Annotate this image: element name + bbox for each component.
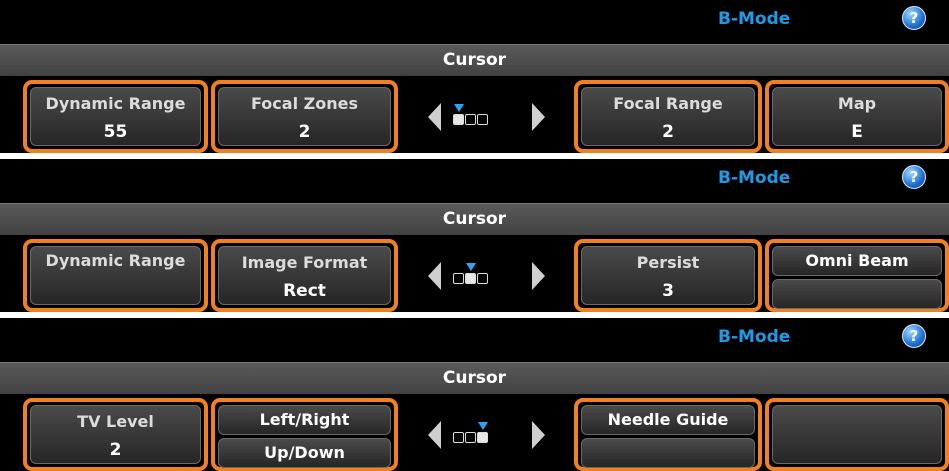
title-bar: B-Mode ? — [0, 318, 949, 359]
focal-range-value: 2 — [662, 122, 674, 142]
persist-button[interactable]: Persist 3 — [574, 239, 762, 312]
page-dot-3 — [477, 273, 488, 284]
page-dot-1 — [453, 114, 464, 125]
needle-guide-label: Needle Guide — [581, 405, 755, 435]
needle-guide-value-slot — [581, 438, 755, 468]
dynamic-range-label: Dynamic Range — [45, 94, 186, 113]
prev-page-arrow-icon[interactable] — [428, 103, 441, 131]
help-icon[interactable]: ? — [902, 6, 926, 30]
title-bar: B-Mode ? — [0, 0, 949, 41]
persist-label: Persist — [636, 253, 700, 272]
page-indicator — [453, 263, 501, 285]
dynamic-range-button[interactable]: Dynamic Range — [23, 239, 208, 312]
omni-beam-button[interactable]: Omni Beam — [765, 239, 949, 312]
map-value: E — [851, 122, 863, 142]
map-button[interactable]: Map E — [765, 80, 949, 153]
help-icon[interactable]: ? — [902, 165, 926, 189]
page-indicator — [453, 104, 501, 126]
control-panel-page-1: B-Mode ? Cursor Dynamic Range 55 Focal Z… — [0, 0, 949, 153]
up-down-toggle[interactable]: Up/Down — [218, 438, 391, 468]
cursor-bar[interactable]: Cursor — [0, 44, 949, 76]
mode-label: B-Mode — [718, 168, 791, 188]
tv-level-button[interactable]: TV Level 2 — [23, 398, 208, 471]
next-page-arrow-icon[interactable] — [532, 262, 545, 290]
title-bar: B-Mode ? — [0, 159, 949, 200]
persist-value: 3 — [662, 281, 674, 301]
focal-zones-button[interactable]: Focal Zones 2 — [211, 80, 398, 153]
control-panel-page-2: B-Mode ? Cursor Dynamic Range Image Form… — [0, 159, 949, 312]
cursor-bar[interactable]: Cursor — [0, 362, 949, 394]
page-dot-2 — [465, 114, 476, 125]
dynamic-range-value: 55 — [103, 122, 128, 142]
image-format-button[interactable]: Image Format Rect — [211, 239, 398, 312]
image-format-value: Rect — [283, 281, 326, 301]
page-navigator — [420, 398, 550, 471]
page-indicator — [453, 422, 501, 444]
next-page-arrow-icon[interactable] — [532, 103, 545, 131]
mode-label: B-Mode — [718, 9, 791, 29]
focal-range-button[interactable]: Focal Range 2 — [574, 80, 762, 153]
page-dot-2 — [465, 432, 476, 443]
prev-page-arrow-icon[interactable] — [428, 262, 441, 290]
page-dot-3 — [477, 114, 488, 125]
map-label: Map — [837, 94, 877, 113]
page-navigator — [420, 239, 550, 312]
page-dot-1 — [453, 432, 464, 443]
page-dot-2 — [465, 273, 476, 284]
page-dot-1 — [453, 273, 464, 284]
page-navigator — [420, 80, 550, 153]
mode-label: B-Mode — [718, 327, 791, 347]
left-right-up-down-button[interactable]: Left/Right Up/Down — [211, 398, 398, 471]
prev-page-arrow-icon[interactable] — [428, 421, 441, 449]
focal-zones-value: 2 — [298, 122, 311, 142]
omni-beam-value-slot — [772, 279, 942, 309]
dynamic-range-button[interactable]: Dynamic Range 55 — [23, 80, 208, 153]
tv-level-label: TV Level — [77, 412, 154, 431]
cursor-bar[interactable]: Cursor — [0, 203, 949, 235]
current-page-marker-icon — [466, 263, 476, 271]
next-page-arrow-icon[interactable] — [532, 421, 545, 449]
omni-beam-label: Omni Beam — [772, 246, 942, 276]
focal-zones-label: Focal Zones — [251, 94, 358, 113]
needle-guide-button[interactable]: Needle Guide — [574, 398, 762, 471]
tv-level-value: 2 — [109, 440, 122, 460]
help-icon[interactable]: ? — [902, 324, 926, 348]
current-page-marker-icon — [454, 104, 464, 112]
dynamic-range-label: Dynamic Range — [45, 251, 186, 270]
current-page-marker-icon — [478, 422, 488, 430]
image-format-label: Image Format — [241, 253, 368, 272]
left-right-toggle[interactable]: Left/Right — [218, 405, 391, 435]
page-dot-3 — [477, 432, 488, 443]
control-panel-page-3: B-Mode ? Cursor TV Level 2 Left/Right Up… — [0, 318, 949, 471]
empty-button[interactable] — [765, 398, 949, 471]
focal-range-label: Focal Range — [613, 94, 723, 113]
